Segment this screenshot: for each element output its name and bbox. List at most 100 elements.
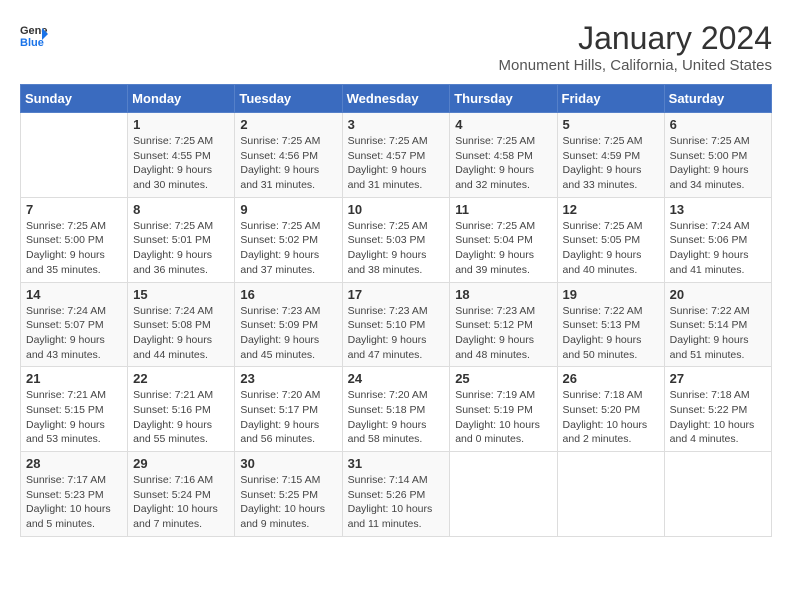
calendar-cell: 21 Sunrise: 7:21 AMSunset: 5:15 PMDayligh…: [21, 367, 128, 452]
day-info: Sunrise: 7:24 AMSunset: 5:06 PMDaylight:…: [670, 219, 766, 278]
day-info: Sunrise: 7:25 AMSunset: 4:58 PMDaylight:…: [455, 134, 551, 193]
calendar-cell: [21, 113, 128, 198]
calendar-cell: 28 Sunrise: 7:17 AMSunset: 5:23 PMDayligh…: [21, 452, 128, 537]
day-number: 12: [563, 202, 659, 217]
calendar-cell: [557, 452, 664, 537]
calendar-cell: 11Sunrise: 7:25 AMSunset: 5:04 PMDayligh…: [450, 197, 557, 282]
calendar-cell: [450, 452, 557, 537]
day-info: Sunrise: 7:15 AMSunset: 5:25 PMDaylight:…: [240, 473, 336, 532]
calendar-cell: 27Sunrise: 7:18 AMSunset: 5:22 PMDayligh…: [664, 367, 771, 452]
calendar-header-thursday: Thursday: [450, 85, 557, 113]
calendar-cell: 23 Sunrise: 7:20 AMSunset: 5:17 PMDayligh…: [235, 367, 342, 452]
subtitle: Monument Hills, California, United State…: [499, 57, 772, 74]
calendar-cell: 26 Sunrise: 7:18 AMSunset: 5:20 PMDayligh…: [557, 367, 664, 452]
day-info: Sunrise: 7:22 AMSunset: 5:14 PMDaylight:…: [670, 304, 766, 363]
day-info: Sunrise: 7:17 AMSunset: 5:23 PMDaylight:…: [26, 473, 122, 532]
day-number: 14: [26, 287, 122, 302]
calendar-header-tuesday: Tuesday: [235, 85, 342, 113]
day-number: 30: [240, 456, 336, 471]
calendar-cell: 7 Sunrise: 7:25 AMSunset: 5:00 PMDaylight…: [21, 197, 128, 282]
day-info: Sunrise: 7:25 AMSunset: 4:55 PMDaylight:…: [133, 134, 229, 193]
calendar-header-row: SundayMondayTuesdayWednesdayThursdayFrid…: [21, 85, 772, 113]
day-info: Sunrise: 7:25 AMSunset: 4:59 PMDaylight:…: [563, 134, 659, 193]
day-info: Sunrise: 7:25 AMSunset: 5:05 PMDaylight:…: [563, 219, 659, 278]
day-number: 28: [26, 456, 122, 471]
svg-text:Blue: Blue: [20, 37, 44, 48]
day-number: 3: [348, 117, 445, 132]
calendar-cell: 2Sunrise: 7:25 AMSunset: 4:56 PMDaylight…: [235, 113, 342, 198]
calendar-cell: 8 Sunrise: 7:25 AMSunset: 5:01 PMDaylight…: [128, 197, 235, 282]
calendar-cell: 20 Sunrise: 7:22 AMSunset: 5:14 PMDayligh…: [664, 282, 771, 367]
logo: General Blue: [20, 20, 48, 48]
day-info: Sunrise: 7:18 AMSunset: 5:20 PMDaylight:…: [563, 388, 659, 447]
day-number: 17: [348, 287, 445, 302]
calendar-cell: [664, 452, 771, 537]
title-area: January 2024 Monument Hills, California,…: [499, 20, 772, 74]
day-number: 5: [563, 117, 659, 132]
calendar-cell: 15 Sunrise: 7:24 AMSunset: 5:08 PMDayligh…: [128, 282, 235, 367]
day-info: Sunrise: 7:24 AMSunset: 5:07 PMDaylight:…: [26, 304, 122, 363]
day-info: Sunrise: 7:25 AMSunset: 4:57 PMDaylight:…: [348, 134, 445, 193]
main-title: January 2024: [499, 20, 772, 57]
day-info: Sunrise: 7:16 AMSunset: 5:24 PMDaylight:…: [133, 473, 229, 532]
calendar-cell: 30 Sunrise: 7:15 AMSunset: 5:25 PMDayligh…: [235, 452, 342, 537]
day-number: 7: [26, 202, 122, 217]
day-number: 23: [240, 371, 336, 386]
day-info: Sunrise: 7:25 AMSunset: 5:01 PMDaylight:…: [133, 219, 229, 278]
day-info: Sunrise: 7:20 AMSunset: 5:17 PMDaylight:…: [240, 388, 336, 447]
calendar-cell: 13 Sunrise: 7:24 AMSunset: 5:06 PMDayligh…: [664, 197, 771, 282]
day-info: Sunrise: 7:21 AMSunset: 5:15 PMDaylight:…: [26, 388, 122, 447]
day-info: Sunrise: 7:25 AMSunset: 5:00 PMDaylight:…: [26, 219, 122, 278]
calendar-cell: 29Sunrise: 7:16 AMSunset: 5:24 PMDayligh…: [128, 452, 235, 537]
day-number: 1: [133, 117, 229, 132]
day-number: 27: [670, 371, 766, 386]
day-number: 6: [670, 117, 766, 132]
day-number: 13: [670, 202, 766, 217]
calendar-cell: 19 Sunrise: 7:22 AMSunset: 5:13 PMDayligh…: [557, 282, 664, 367]
calendar-week-2: 7 Sunrise: 7:25 AMSunset: 5:00 PMDaylight…: [21, 197, 772, 282]
day-number: 10: [348, 202, 445, 217]
day-info: Sunrise: 7:23 AMSunset: 5:09 PMDaylight:…: [240, 304, 336, 363]
calendar-week-1: 1 Sunrise: 7:25 AMSunset: 4:55 PMDaylight…: [21, 113, 772, 198]
calendar-week-5: 28 Sunrise: 7:17 AMSunset: 5:23 PMDayligh…: [21, 452, 772, 537]
day-number: 22: [133, 371, 229, 386]
calendar-week-3: 14 Sunrise: 7:24 AMSunset: 5:07 PMDayligh…: [21, 282, 772, 367]
day-info: Sunrise: 7:24 AMSunset: 5:08 PMDaylight:…: [133, 304, 229, 363]
day-number: 8: [133, 202, 229, 217]
day-info: Sunrise: 7:21 AMSunset: 5:16 PMDaylight:…: [133, 388, 229, 447]
calendar-cell: 18Sunrise: 7:23 AMSunset: 5:12 PMDayligh…: [450, 282, 557, 367]
calendar-cell: 12 Sunrise: 7:25 AMSunset: 5:05 PMDayligh…: [557, 197, 664, 282]
calendar-cell: 3 Sunrise: 7:25 AMSunset: 4:57 PMDaylight…: [342, 113, 450, 198]
day-info: Sunrise: 7:25 AMSunset: 5:03 PMDaylight:…: [348, 219, 445, 278]
day-number: 15: [133, 287, 229, 302]
calendar-cell: 25Sunrise: 7:19 AMSunset: 5:19 PMDayligh…: [450, 367, 557, 452]
day-info: Sunrise: 7:20 AMSunset: 5:18 PMDaylight:…: [348, 388, 445, 447]
calendar-header-friday: Friday: [557, 85, 664, 113]
day-info: Sunrise: 7:25 AMSunset: 5:02 PMDaylight:…: [240, 219, 336, 278]
calendar-cell: 22 Sunrise: 7:21 AMSunset: 5:16 PMDayligh…: [128, 367, 235, 452]
calendar-cell: 31Sunrise: 7:14 AMSunset: 5:26 PMDayligh…: [342, 452, 450, 537]
calendar-header-saturday: Saturday: [664, 85, 771, 113]
day-number: 31: [348, 456, 445, 471]
day-info: Sunrise: 7:23 AMSunset: 5:12 PMDaylight:…: [455, 304, 551, 363]
day-info: Sunrise: 7:22 AMSunset: 5:13 PMDaylight:…: [563, 304, 659, 363]
calendar-cell: 14 Sunrise: 7:24 AMSunset: 5:07 PMDayligh…: [21, 282, 128, 367]
day-number: 24: [348, 371, 445, 386]
calendar-table: SundayMondayTuesdayWednesdayThursdayFrid…: [20, 84, 772, 537]
day-number: 4: [455, 117, 551, 132]
day-number: 19: [563, 287, 659, 302]
calendar-cell: 5 Sunrise: 7:25 AMSunset: 4:59 PMDaylight…: [557, 113, 664, 198]
day-number: 20: [670, 287, 766, 302]
day-number: 21: [26, 371, 122, 386]
calendar-cell: 4 Sunrise: 7:25 AMSunset: 4:58 PMDaylight…: [450, 113, 557, 198]
calendar-cell: 6Sunrise: 7:25 AMSunset: 5:00 PMDaylight…: [664, 113, 771, 198]
day-number: 26: [563, 371, 659, 386]
calendar-cell: 16 Sunrise: 7:23 AMSunset: 5:09 PMDayligh…: [235, 282, 342, 367]
logo-icon: General Blue: [20, 20, 48, 48]
calendar-header-monday: Monday: [128, 85, 235, 113]
calendar-cell: 1 Sunrise: 7:25 AMSunset: 4:55 PMDaylight…: [128, 113, 235, 198]
calendar-cell: 10 Sunrise: 7:25 AMSunset: 5:03 PMDayligh…: [342, 197, 450, 282]
day-number: 16: [240, 287, 336, 302]
page-header: General Blue January 2024 Monument Hills…: [20, 20, 772, 74]
calendar-header-wednesday: Wednesday: [342, 85, 450, 113]
